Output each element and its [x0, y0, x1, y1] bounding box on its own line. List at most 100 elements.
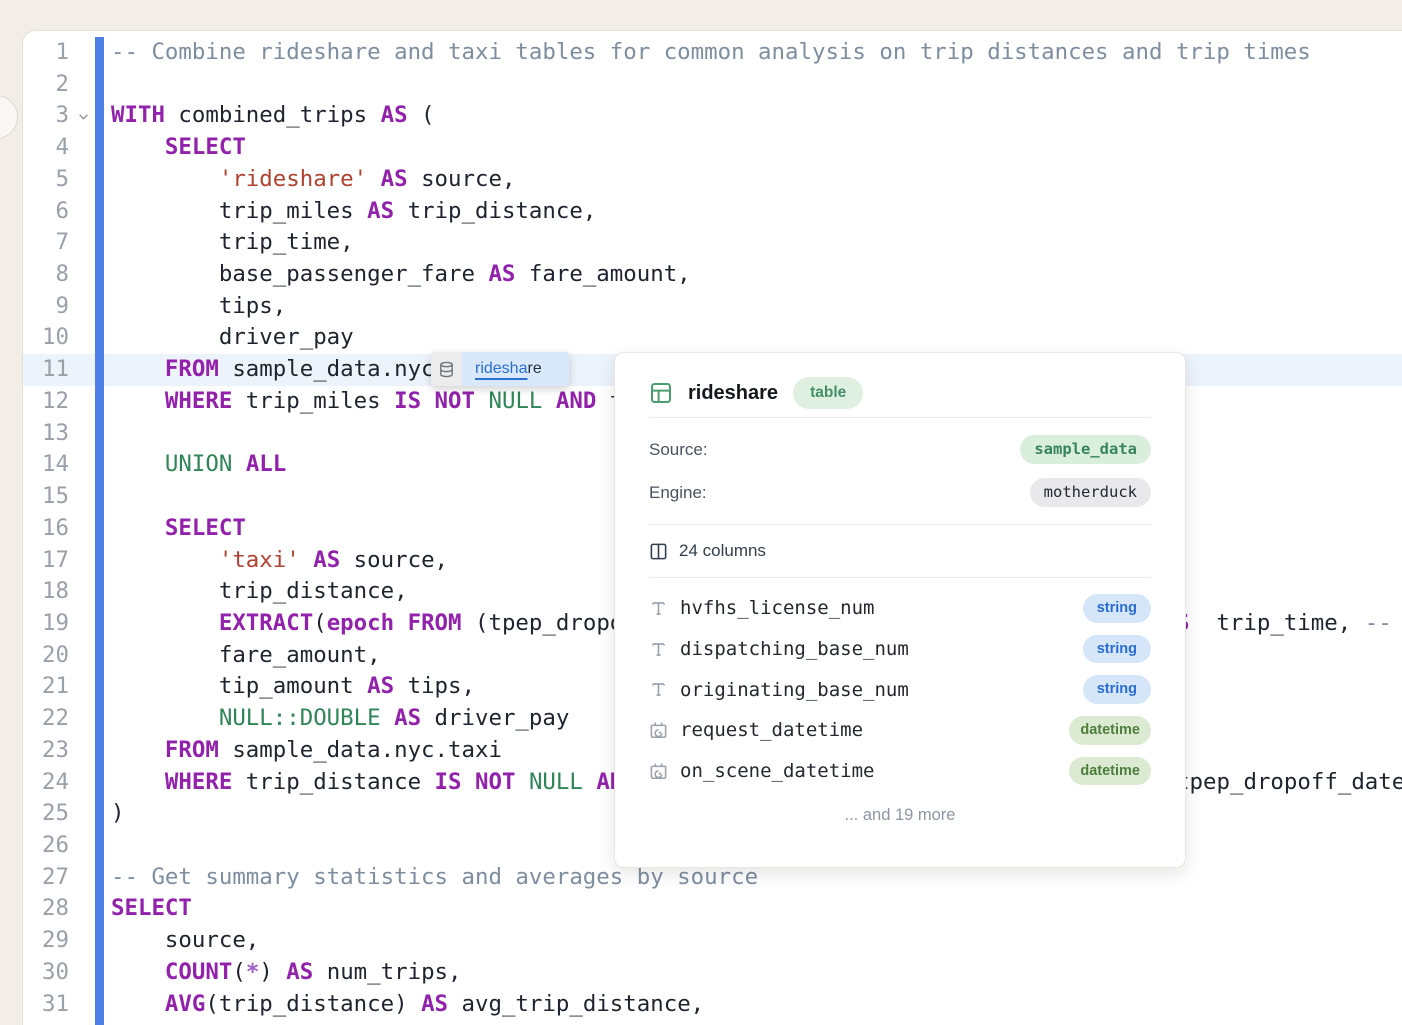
code-text: COUNT(*) AS num_trips,	[111, 957, 462, 989]
column-type-badge: string	[1083, 675, 1151, 704]
columns-icon	[649, 542, 668, 561]
field-label: Source:	[649, 440, 708, 460]
line-number: 6	[23, 196, 69, 228]
field-label: Engine:	[649, 483, 707, 503]
column-row: request_datetime datetime	[649, 710, 1151, 751]
columns-count-label: 24 columns	[679, 541, 766, 561]
line-number: 17	[23, 545, 69, 577]
column-name: on_scene_datetime	[680, 760, 874, 782]
text-type-icon	[649, 599, 671, 618]
line-number: 2	[23, 69, 69, 101]
table-type-badge: table	[793, 377, 863, 409]
autocomplete-match-text: ridesha	[475, 360, 527, 378]
autocomplete-rest-text: re	[527, 360, 541, 378]
popup-table-title: rideshare	[688, 382, 778, 405]
line-number: 21	[23, 671, 69, 703]
line-number: 7	[23, 227, 69, 259]
code-text: SELECT	[111, 132, 246, 164]
code-text: trip_time,	[111, 227, 354, 259]
code-text: driver_pay	[111, 322, 354, 354]
line-number: 25	[23, 798, 69, 830]
line-number: 23	[23, 735, 69, 767]
line-number: 20	[23, 640, 69, 672]
field-value-badge: sample_data	[1020, 435, 1151, 465]
line-number: 16	[23, 513, 69, 545]
column-type-badge: string	[1083, 594, 1151, 623]
code-text: AVG(trip_time) AS avg_trip_time,	[111, 1020, 596, 1025]
column-row: dispatching_base_numstring	[649, 629, 1151, 670]
code-text: tips,	[111, 291, 286, 323]
code-line[interactable]: 9 tips,	[23, 291, 1402, 323]
text-type-icon	[649, 680, 671, 699]
code-line[interactable]: 10 driver_pay	[23, 322, 1402, 354]
code-text: source,	[111, 925, 259, 957]
line-number: 14	[23, 449, 69, 481]
code-text: tip_amount AS tips,	[111, 671, 475, 703]
columns-count-row: 24 columns	[649, 525, 1151, 577]
popup-field-row: Source: sample_data	[649, 428, 1151, 471]
code-line[interactable]: 5 'rideshare' AS source,	[23, 164, 1402, 196]
popup-field-row: Engine: motherduck	[649, 471, 1151, 514]
line-number: 15	[23, 481, 69, 513]
code-line[interactable]: 30 COUNT(*) AS num_trips,	[23, 957, 1402, 989]
column-name: hvfhs_license_num	[680, 597, 874, 619]
code-text: -- Combine rideshare and taxi tables for…	[111, 37, 1311, 69]
line-number: 4	[23, 132, 69, 164]
table-icon	[649, 381, 673, 405]
line-number: 18	[23, 576, 69, 608]
code-text: trip_miles AS trip_distance,	[111, 196, 596, 228]
line-number: 26	[23, 830, 69, 862]
code-line[interactable]: 2	[23, 69, 1402, 101]
line-number: 11	[23, 354, 69, 386]
line-number: 8	[23, 259, 69, 291]
code-text: )	[111, 798, 124, 830]
code-text: fare_amount,	[111, 640, 381, 672]
code-text: 'taxi' AS source,	[111, 545, 448, 577]
popup-columns: hvfhs_license_numstringdispatching_base_…	[649, 578, 1151, 791]
code-line[interactable]: 6 trip_miles AS trip_distance,	[23, 196, 1402, 228]
column-type-badge: datetime	[1069, 757, 1151, 786]
column-row: hvfhs_license_num string	[649, 588, 1151, 629]
fold-chevron-icon[interactable]	[77, 101, 90, 123]
collapsed-panel-handle[interactable]	[0, 95, 18, 139]
popup-fields: Source: sample_data Engine: motherduck	[649, 418, 1151, 524]
code-line[interactable]: 31 AVG(trip_distance) AS avg_trip_distan…	[23, 989, 1402, 1021]
autocomplete-item-rideshare[interactable]: rideshare	[462, 352, 569, 386]
line-number: 24	[23, 767, 69, 799]
column-row: on_scene_datetime datetime	[649, 751, 1151, 792]
text-type-icon	[649, 640, 671, 659]
statement-range-indicator	[95, 37, 104, 1025]
code-line[interactable]: 3WITH combined_trips AS (	[23, 100, 1402, 132]
app-viewport: 1 -- Combine rideshare and taxi tables fo…	[0, 0, 1402, 1024]
more-columns-label: ... and 19 more	[649, 791, 1151, 839]
line-number: 12	[23, 386, 69, 418]
line-number: 1	[23, 37, 69, 69]
database-icon	[431, 352, 462, 386]
line-number: 5	[23, 164, 69, 196]
code-text: AVG(trip_distance) AS avg_trip_distance,	[111, 989, 704, 1021]
line-number: 27	[23, 862, 69, 894]
code-line[interactable]: 8 base_passenger_fare AS fare_amount,	[23, 259, 1402, 291]
line-number: 13	[23, 418, 69, 450]
code-text: SELECT	[111, 893, 192, 925]
code-line[interactable]: 1 -- Combine rideshare and taxi tables fo…	[23, 37, 1402, 69]
column-type-badge: datetime	[1069, 716, 1151, 745]
code-line[interactable]: 4 SELECT	[23, 132, 1402, 164]
column-name: originating_base_num	[680, 679, 909, 701]
line-number: 29	[23, 925, 69, 957]
popup-header: rideshare table	[649, 369, 1151, 417]
column-name: request_datetime	[680, 719, 863, 741]
line-number: 28	[23, 893, 69, 925]
line-number: 9	[23, 291, 69, 323]
field-value-badge: motherduck	[1030, 478, 1151, 508]
line-number: 31	[23, 989, 69, 1021]
code-line[interactable]: 29 source,	[23, 925, 1402, 957]
line-number: 3	[23, 100, 69, 132]
code-line[interactable]: 32 AVG(trip_time) AS avg_trip_time,	[23, 1020, 1402, 1025]
code-text: UNION ALL	[111, 449, 286, 481]
column-type-badge: string	[1083, 635, 1151, 664]
table-info-popup: rideshare table Source: sample_data Engine…	[614, 352, 1186, 868]
calendar-clock-icon	[649, 762, 671, 781]
code-line[interactable]: 28 SELECT	[23, 893, 1402, 925]
code-line[interactable]: 7 trip_time,	[23, 227, 1402, 259]
